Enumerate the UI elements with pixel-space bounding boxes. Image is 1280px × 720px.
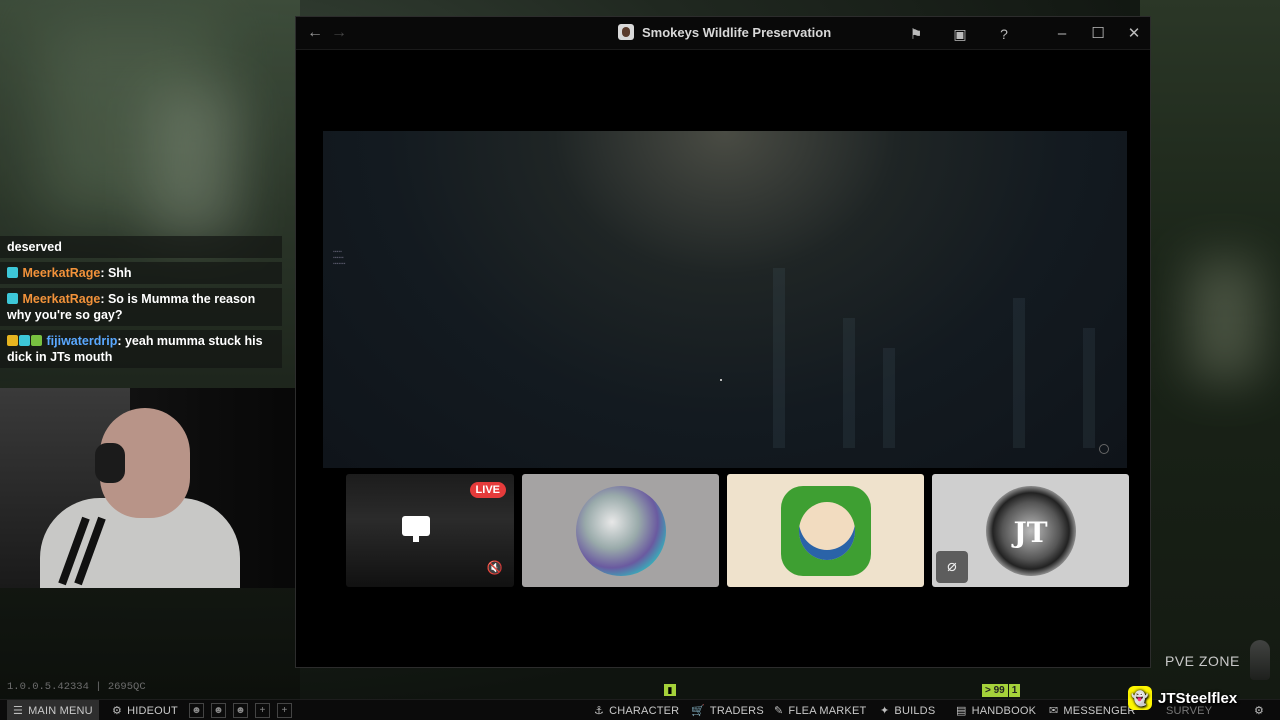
chat-badge-icon: [19, 335, 30, 346]
builds-button[interactable]: ✦ BUILDS: [880, 700, 935, 720]
avatar-logo-text: JT: [1013, 515, 1048, 549]
back-arrow-icon[interactable]: ←: [304, 23, 326, 43]
chat-message: MeerkatRage: Shh: [0, 262, 282, 284]
streamer-handle-overlay: 👻 JTSteelflex: [1128, 684, 1237, 712]
pve-zone-label: PVE ZONE: [1165, 653, 1240, 669]
participant-tile-stream[interactable]: LIVE 🔇: [346, 474, 514, 587]
forward-arrow-icon[interactable]: →: [328, 23, 350, 43]
counter-value: > 99: [982, 684, 1008, 697]
settings-icon: ⚙: [1254, 704, 1265, 717]
screen-share-stage[interactable]: ▪▪▪▪▪ ▪▪▪▪▪▪ ▪▪▪▪▪▪▪: [323, 131, 1127, 468]
game-hud: ▪▪▪▪▪ ▪▪▪▪▪▪ ▪▪▪▪▪▪▪: [333, 249, 346, 267]
chat-text: : Shh: [100, 266, 132, 280]
builds-label: BUILDS: [894, 704, 936, 717]
character-label: CHARACTER: [609, 704, 680, 717]
loading-icon: [1099, 444, 1109, 454]
mute-icon[interactable]: 🔇: [484, 557, 506, 579]
participant-tile[interactable]: JT ⌀: [932, 474, 1129, 587]
snapchat-icon: 👻: [1128, 686, 1152, 710]
flag-icon[interactable]: ⚑: [907, 25, 925, 43]
version-string: 1.0.0.5.42334 | 2695QC: [7, 681, 146, 693]
settings-button[interactable]: ⚙: [1254, 700, 1264, 720]
avatar: JT: [985, 485, 1076, 576]
screen-share-icon: [402, 516, 430, 542]
participant-tile[interactable]: [522, 474, 719, 587]
chat-username: MeerkatRage: [22, 266, 101, 280]
inbox-icon[interactable]: ▣: [951, 25, 969, 43]
soldier-figure-icon: [1250, 640, 1270, 680]
crown-badge-icon: [7, 335, 18, 346]
participant-tile[interactable]: [727, 474, 924, 587]
bottom-navigation-bar: ☰ MAIN MENU ⚙ HIDEOUT ☻ ☻ ☻ + + ⚓ CHARAC…: [0, 699, 1280, 720]
handbook-label: HANDBOOK: [971, 704, 1037, 717]
preset-slot-icon[interactable]: ☻: [233, 703, 248, 718]
live-badge: LIVE: [469, 482, 506, 498]
minimize-icon[interactable]: –: [1051, 23, 1073, 45]
chat-username: fijiwaterdrip: [46, 334, 118, 348]
character-button[interactable]: ⚓ CHARACTER: [594, 700, 679, 720]
chat-icon: ✉: [1049, 704, 1059, 717]
tag-icon: ✎: [774, 704, 784, 717]
handbook-button[interactable]: ▤ HANDBOOK: [956, 700, 1036, 720]
counter-badge: > 99 1: [982, 684, 1021, 697]
streamer-name: JTSteelflex: [1158, 689, 1238, 707]
voice-channel-window: ← → Smokeys Wildlife Preservation ⚑ ▣ ? …: [295, 16, 1151, 668]
traders-button[interactable]: 🛒 TRADERS: [691, 700, 764, 720]
webcam-feed: [0, 388, 345, 588]
chat-message: fijiwaterdrip: yeah mumma stuck his dick…: [0, 330, 282, 368]
wrench-icon: ✦: [880, 704, 890, 717]
chat-badge-icon: [7, 293, 18, 304]
window-title: Smokeys Wildlife Preservation: [642, 24, 832, 40]
flea-market-label: FLEA MARKET: [788, 704, 867, 717]
character-icon: ⚓: [594, 704, 605, 717]
camera-off-icon[interactable]: ⌀: [936, 551, 968, 583]
avatar: [780, 485, 871, 576]
flea-market-button[interactable]: ✎ FLEA MARKET: [774, 700, 866, 720]
main-menu-label: MAIN MENU: [28, 704, 93, 717]
maximize-icon[interactable]: ☐: [1087, 23, 1109, 45]
messenger-button[interactable]: ✉ MESSENGER: [1049, 700, 1136, 720]
preset-slot-icon[interactable]: ☻: [211, 703, 226, 718]
counter-secondary: 1: [1008, 684, 1021, 697]
add-slot-icon[interactable]: +: [255, 703, 270, 718]
hideout-label: HIDEOUT: [127, 704, 178, 717]
messenger-label: MESSENGER: [1063, 704, 1136, 717]
chat-badge-icon: [7, 267, 18, 278]
status-indicator-icon: ▮: [664, 684, 676, 696]
chat-message: deserved: [0, 236, 282, 258]
server-icon: [618, 24, 634, 40]
background-foliage-right: [1140, 0, 1280, 700]
chat-username: MeerkatRage: [22, 292, 101, 306]
crosshair: [720, 379, 722, 381]
traders-label: TRADERS: [709, 704, 764, 717]
hideout-button[interactable]: ⚙ HIDEOUT: [112, 700, 178, 720]
cart-icon: 🛒: [691, 704, 705, 717]
add-slot-icon[interactable]: +: [277, 703, 292, 718]
gear-icon: ⚙: [112, 704, 123, 717]
chat-message: MeerkatRage: So is Mumma the reason why …: [0, 288, 282, 326]
chat-text: deserved: [7, 240, 62, 254]
avatar: [575, 485, 666, 576]
menu-icon: ☰: [13, 704, 24, 717]
stream-chat: deserved MeerkatRage: Shh MeerkatRage: S…: [0, 236, 282, 372]
book-icon: ▤: [956, 704, 967, 717]
window-titlebar: ← → Smokeys Wildlife Preservation ⚑ ▣ ? …: [296, 17, 1150, 50]
close-icon[interactable]: ✕: [1123, 23, 1145, 45]
main-menu-button[interactable]: ☰ MAIN MENU: [7, 700, 99, 720]
sub-badge-icon: [31, 335, 42, 346]
help-icon[interactable]: ?: [995, 25, 1013, 43]
preset-slot-icon[interactable]: ☻: [189, 703, 204, 718]
